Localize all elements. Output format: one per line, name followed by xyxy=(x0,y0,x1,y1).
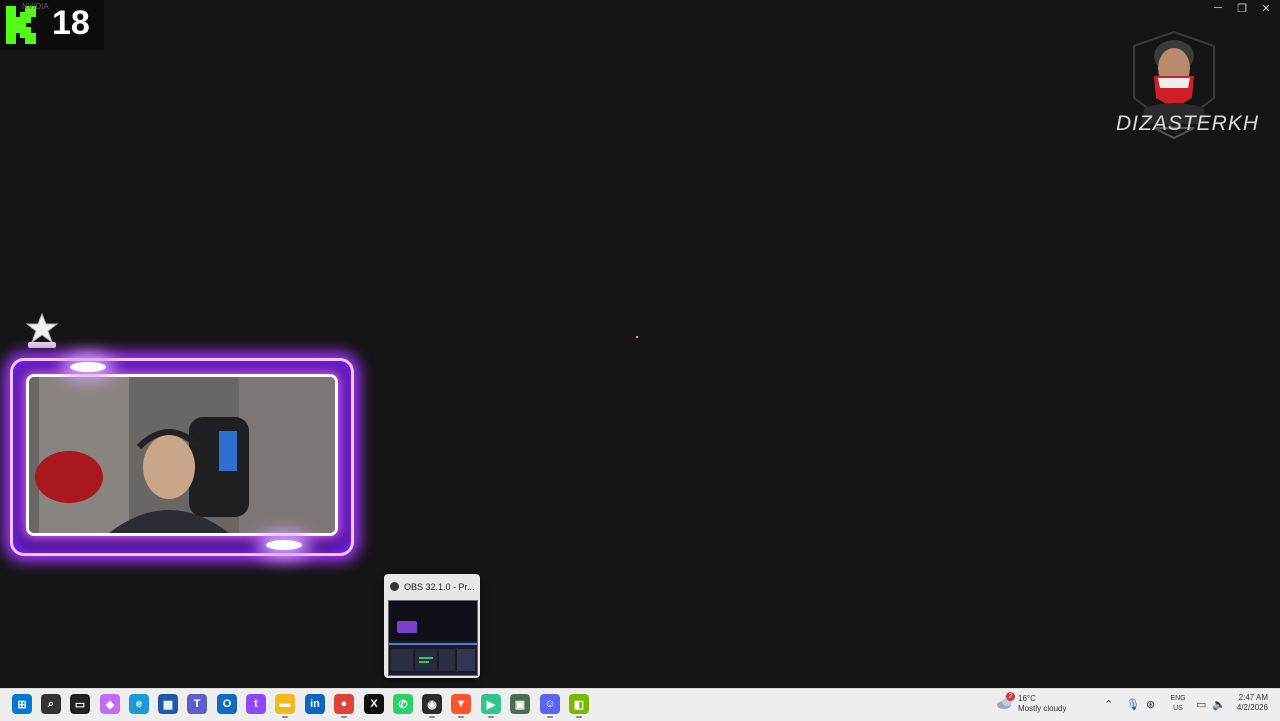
teams-icon[interactable]: T xyxy=(187,694,207,714)
frame-flare xyxy=(266,540,302,550)
preview-thumbnail[interactable] xyxy=(388,600,478,676)
frame-flare xyxy=(70,362,106,372)
preview-title: OBS 32.1.0 - Pr... xyxy=(404,582,475,592)
running-indicator xyxy=(547,716,553,718)
viewer-count-badge: 18 NVIDIA xyxy=(0,0,104,50)
app-icon[interactable]: ▣ xyxy=(510,694,530,714)
weather-alert-badge: 2 xyxy=(1006,692,1015,701)
nvidia-watermark: NVIDIA xyxy=(22,2,49,11)
whatsapp-icon[interactable]: ✆ xyxy=(393,694,413,714)
webcam-feed xyxy=(26,374,338,536)
twitch-icon[interactable]: t xyxy=(246,694,266,714)
obs-icon xyxy=(390,582,399,591)
x-icon[interactable]: X xyxy=(364,694,384,714)
store-icon[interactable]: ▦ xyxy=(158,694,178,714)
window-controls: ─ ❐ ✕ xyxy=(1208,0,1276,16)
discord-icon[interactable]: ☺ xyxy=(540,694,560,714)
running-indicator xyxy=(282,716,288,718)
windows-start-icon[interactable]: ⊞ xyxy=(12,694,32,714)
brave-icon[interactable]: ▼ xyxy=(451,694,471,714)
weather-temperature[interactable]: 16°C xyxy=(1018,694,1036,703)
running-indicator xyxy=(429,716,435,718)
kick-logo-icon xyxy=(6,6,36,44)
clock-date: 4/2/2026 xyxy=(1236,703,1268,712)
region-code: US xyxy=(1173,705,1183,712)
language-indicator[interactable]: ENG US xyxy=(1168,694,1188,714)
chevron-up-icon[interactable]: ⌃ xyxy=(1104,698,1113,711)
linkedin-icon[interactable]: in xyxy=(305,694,325,714)
clock-time: 2:47 AM xyxy=(1238,693,1268,702)
running-indicator xyxy=(458,716,464,718)
streamlabs-icon[interactable]: ▶ xyxy=(481,694,501,714)
close-icon[interactable]: ✕ xyxy=(1256,0,1276,16)
nvidia-icon[interactable]: ◧ xyxy=(569,694,589,714)
vpn-icon[interactable]: ⊛ xyxy=(1146,698,1155,711)
edge-icon[interactable]: e xyxy=(129,694,149,714)
running-indicator xyxy=(341,716,347,718)
running-indicator xyxy=(488,716,494,718)
brand-logo xyxy=(1133,30,1215,140)
task-view-icon[interactable]: ▭ xyxy=(70,694,90,714)
file-explorer-icon[interactable]: ▬ xyxy=(275,694,295,714)
display-icon[interactable]: ▭ xyxy=(1196,698,1206,711)
running-indicator xyxy=(576,716,582,718)
language-code: ENG xyxy=(1170,695,1186,702)
taskbar-preview-popup[interactable]: OBS 32.1.0 - Pr... xyxy=(384,574,480,678)
copilot-icon[interactable]: ◆ xyxy=(100,694,120,714)
chrome-icon[interactable]: ● xyxy=(334,694,354,714)
weather-description[interactable]: Mostly cloudy xyxy=(1018,704,1066,713)
restore-icon[interactable]: ❐ xyxy=(1232,0,1252,16)
minimize-icon[interactable]: ─ xyxy=(1208,0,1228,16)
crown-icon xyxy=(25,312,59,348)
obs-icon[interactable]: ◉ xyxy=(422,694,442,714)
outlook-icon[interactable]: O xyxy=(217,694,237,714)
search-icon[interactable]: ⌕ xyxy=(41,694,61,714)
microphone-icon[interactable]: 🎙 xyxy=(1126,698,1140,711)
brand-name: DIZASTERKH xyxy=(1116,112,1260,135)
volume-icon[interactable]: 🔈 xyxy=(1212,698,1226,711)
clock[interactable]: 2:47 AM 4/2/2026 xyxy=(1228,693,1268,713)
viewer-count: 18 xyxy=(52,4,90,42)
cursor-dot xyxy=(636,336,638,338)
